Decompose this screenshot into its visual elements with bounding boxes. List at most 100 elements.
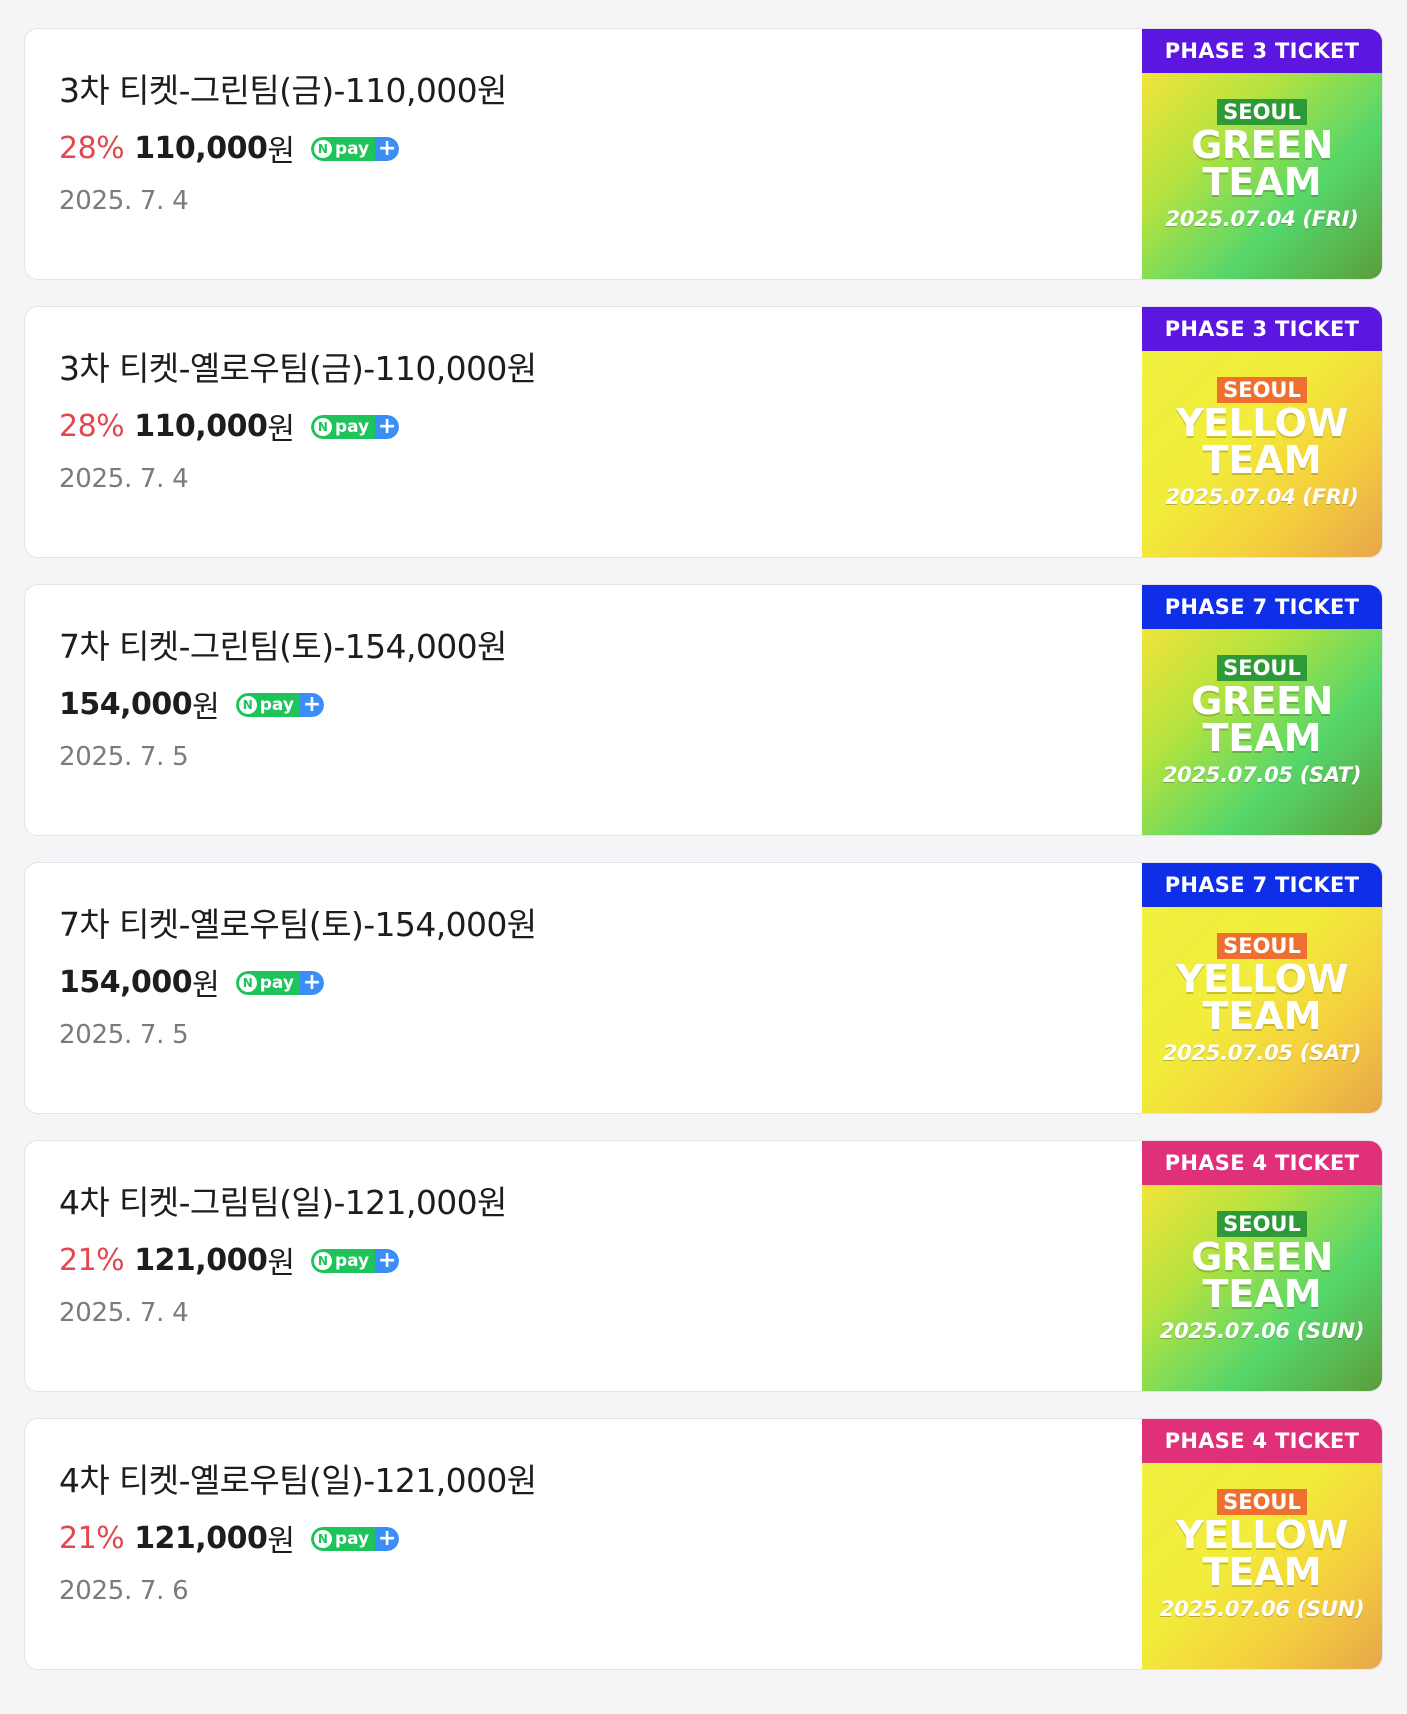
plus-icon: + <box>375 1249 400 1273</box>
npay-plus-badge: N pay + <box>310 415 400 439</box>
price-row: 21% 121,000 원 N pay + <box>59 1240 1122 1281</box>
city-label: SEOUL <box>1217 377 1307 403</box>
product-thumbnail[interactable]: PHASE 4 TICKET SEOUL GREEN TEAM 2025.07.… <box>1142 1141 1382 1391</box>
team-poster: SEOUL GREEN TEAM 2025.07.06 (SUN) <box>1142 1185 1382 1391</box>
product-thumbnail[interactable]: PHASE 3 TICKET SEOUL YELLOW TEAM 2025.07… <box>1142 307 1382 557</box>
team-name: YELLOW <box>1176 957 1348 1001</box>
npay-plus-badge: N pay + <box>310 137 400 161</box>
naver-n-icon: N <box>238 974 257 992</box>
phase-banner: PHASE 3 TICKET <box>1142 29 1382 73</box>
product-card[interactable]: 3차 티켓-그린팀(금)-110,000원 28% 110,000 원 N pa… <box>24 28 1383 280</box>
team-poster: SEOUL GREEN TEAM 2025.07.04 (FRI) <box>1142 73 1382 279</box>
sale-price: 110,000 <box>134 408 268 444</box>
product-card[interactable]: 4차 티켓-그림팀(일)-121,000원 21% 121,000 원 N pa… <box>24 1140 1383 1392</box>
poster-date: 2025.07.04 (FRI) <box>1165 207 1359 231</box>
price-row: 21% 121,000 원 N pay + <box>59 1518 1122 1559</box>
npay-label: pay <box>334 1529 370 1549</box>
city-label: SEOUL <box>1217 1211 1307 1237</box>
naver-n-icon: N <box>313 418 332 436</box>
team-word: TEAM <box>1202 1550 1322 1594</box>
currency-unit: 원 <box>192 690 220 725</box>
product-card[interactable]: 3차 티켓-옐로우팀(금)-110,000원 28% 110,000 원 N p… <box>24 306 1383 558</box>
npay-label: pay <box>334 417 370 437</box>
product-title[interactable]: 3차 티켓-옐로우팀(금)-110,000원 <box>59 349 1122 389</box>
price-row: 28% 110,000 원 N pay + <box>59 128 1122 169</box>
poster-date: 2025.07.05 (SAT) <box>1162 1041 1362 1065</box>
npay-label: pay <box>259 973 294 993</box>
product-info: 3차 티켓-옐로우팀(금)-110,000원 28% 110,000 원 N p… <box>59 349 1122 494</box>
product-thumbnail[interactable]: PHASE 7 TICKET SEOUL GREEN TEAM 2025.07.… <box>1142 585 1382 835</box>
product-card[interactable]: 7차 티켓-옐로우팀(토)-154,000원 154,000 원 N pay +… <box>24 862 1383 1114</box>
team-name: GREEN <box>1191 1235 1333 1279</box>
team-word: TEAM <box>1202 438 1322 482</box>
phase-banner: PHASE 4 TICKET <box>1142 1141 1382 1185</box>
product-title[interactable]: 4차 티켓-그림팀(일)-121,000원 <box>59 1183 1122 1223</box>
plus-icon: + <box>299 693 324 717</box>
product-info: 3차 티켓-그린팀(금)-110,000원 28% 110,000 원 N pa… <box>59 71 1122 216</box>
plus-icon: + <box>299 971 324 995</box>
discount-rate: 21% <box>59 1520 125 1556</box>
product-card[interactable]: 4차 티켓-옐로우팀(일)-121,000원 21% 121,000 원 N p… <box>24 1418 1383 1670</box>
product-title[interactable]: 3차 티켓-그린팀(금)-110,000원 <box>59 71 1122 111</box>
sale-price: 154,000 <box>59 964 193 1000</box>
naver-n-icon: N <box>313 1252 332 1270</box>
product-thumbnail[interactable]: PHASE 3 TICKET SEOUL GREEN TEAM 2025.07.… <box>1142 29 1382 279</box>
npay-plus-badge: N pay + <box>310 1249 400 1273</box>
plus-icon: + <box>375 1527 400 1551</box>
team-name: GREEN <box>1191 123 1333 167</box>
product-date: 2025. 7. 6 <box>59 1576 189 1606</box>
currency-unit: 원 <box>267 1246 295 1281</box>
city-label: SEOUL <box>1217 99 1307 125</box>
npay-badge-main: N pay <box>310 1249 376 1273</box>
product-thumbnail[interactable]: PHASE 4 TICKET SEOUL YELLOW TEAM 2025.07… <box>1142 1419 1382 1669</box>
naver-n-icon: N <box>313 140 332 158</box>
sale-price: 154,000 <box>59 686 193 722</box>
team-word: TEAM <box>1202 1272 1322 1316</box>
product-title[interactable]: 7차 티켓-옐로우팀(토)-154,000원 <box>59 905 1122 945</box>
city-label: SEOUL <box>1217 1489 1307 1515</box>
discount-rate: 28% <box>59 408 125 444</box>
team-poster: SEOUL GREEN TEAM 2025.07.05 (SAT) <box>1142 629 1382 835</box>
team-name: YELLOW <box>1176 401 1348 445</box>
naver-n-icon: N <box>238 696 257 714</box>
team-poster: SEOUL YELLOW TEAM 2025.07.04 (FRI) <box>1142 351 1382 557</box>
product-date: 2025. 7. 5 <box>59 742 189 772</box>
plus-icon: + <box>375 137 400 161</box>
phase-banner: PHASE 3 TICKET <box>1142 307 1382 351</box>
team-name: YELLOW <box>1176 1513 1348 1557</box>
npay-badge-main: N pay <box>235 971 300 995</box>
product-card[interactable]: 7차 티켓-그린팀(토)-154,000원 154,000 원 N pay + … <box>24 584 1383 836</box>
npay-badge-main: N pay <box>310 1527 376 1551</box>
sale-price: 121,000 <box>134 1520 268 1556</box>
product-title[interactable]: 4차 티켓-옐로우팀(일)-121,000원 <box>59 1461 1122 1501</box>
product-list: 3차 티켓-그린팀(금)-110,000원 28% 110,000 원 N pa… <box>24 28 1383 1696</box>
phase-banner: PHASE 7 TICKET <box>1142 585 1382 629</box>
plus-icon: + <box>375 415 400 439</box>
currency-unit: 원 <box>267 1524 295 1559</box>
npay-label: pay <box>334 1251 370 1271</box>
currency-unit: 원 <box>267 134 295 169</box>
product-date: 2025. 7. 5 <box>59 1020 189 1050</box>
phase-banner: PHASE 4 TICKET <box>1142 1419 1382 1463</box>
product-thumbnail[interactable]: PHASE 7 TICKET SEOUL YELLOW TEAM 2025.07… <box>1142 863 1382 1113</box>
product-date: 2025. 7. 4 <box>59 464 189 494</box>
npay-label: pay <box>259 695 294 715</box>
product-info: 7차 티켓-옐로우팀(토)-154,000원 154,000 원 N pay +… <box>59 905 1122 1050</box>
city-label: SEOUL <box>1217 655 1307 681</box>
sale-price: 121,000 <box>134 1242 268 1278</box>
team-word: TEAM <box>1202 716 1322 760</box>
price-row: 154,000 원 N pay + <box>59 962 1122 1003</box>
product-info: 4차 티켓-옐로우팀(일)-121,000원 21% 121,000 원 N p… <box>59 1461 1122 1606</box>
npay-plus-badge: N pay + <box>235 971 324 995</box>
product-date: 2025. 7. 4 <box>59 1298 189 1328</box>
product-info: 7차 티켓-그린팀(토)-154,000원 154,000 원 N pay + … <box>59 627 1122 772</box>
sale-price: 110,000 <box>134 130 268 166</box>
naver-n-icon: N <box>313 1530 332 1548</box>
npay-badge-main: N pay <box>235 693 300 717</box>
team-word: TEAM <box>1202 994 1322 1038</box>
product-title[interactable]: 7차 티켓-그린팀(토)-154,000원 <box>59 627 1122 667</box>
npay-label: pay <box>334 139 370 159</box>
npay-plus-badge: N pay + <box>235 693 324 717</box>
currency-unit: 원 <box>192 968 220 1003</box>
npay-plus-badge: N pay + <box>310 1527 400 1551</box>
